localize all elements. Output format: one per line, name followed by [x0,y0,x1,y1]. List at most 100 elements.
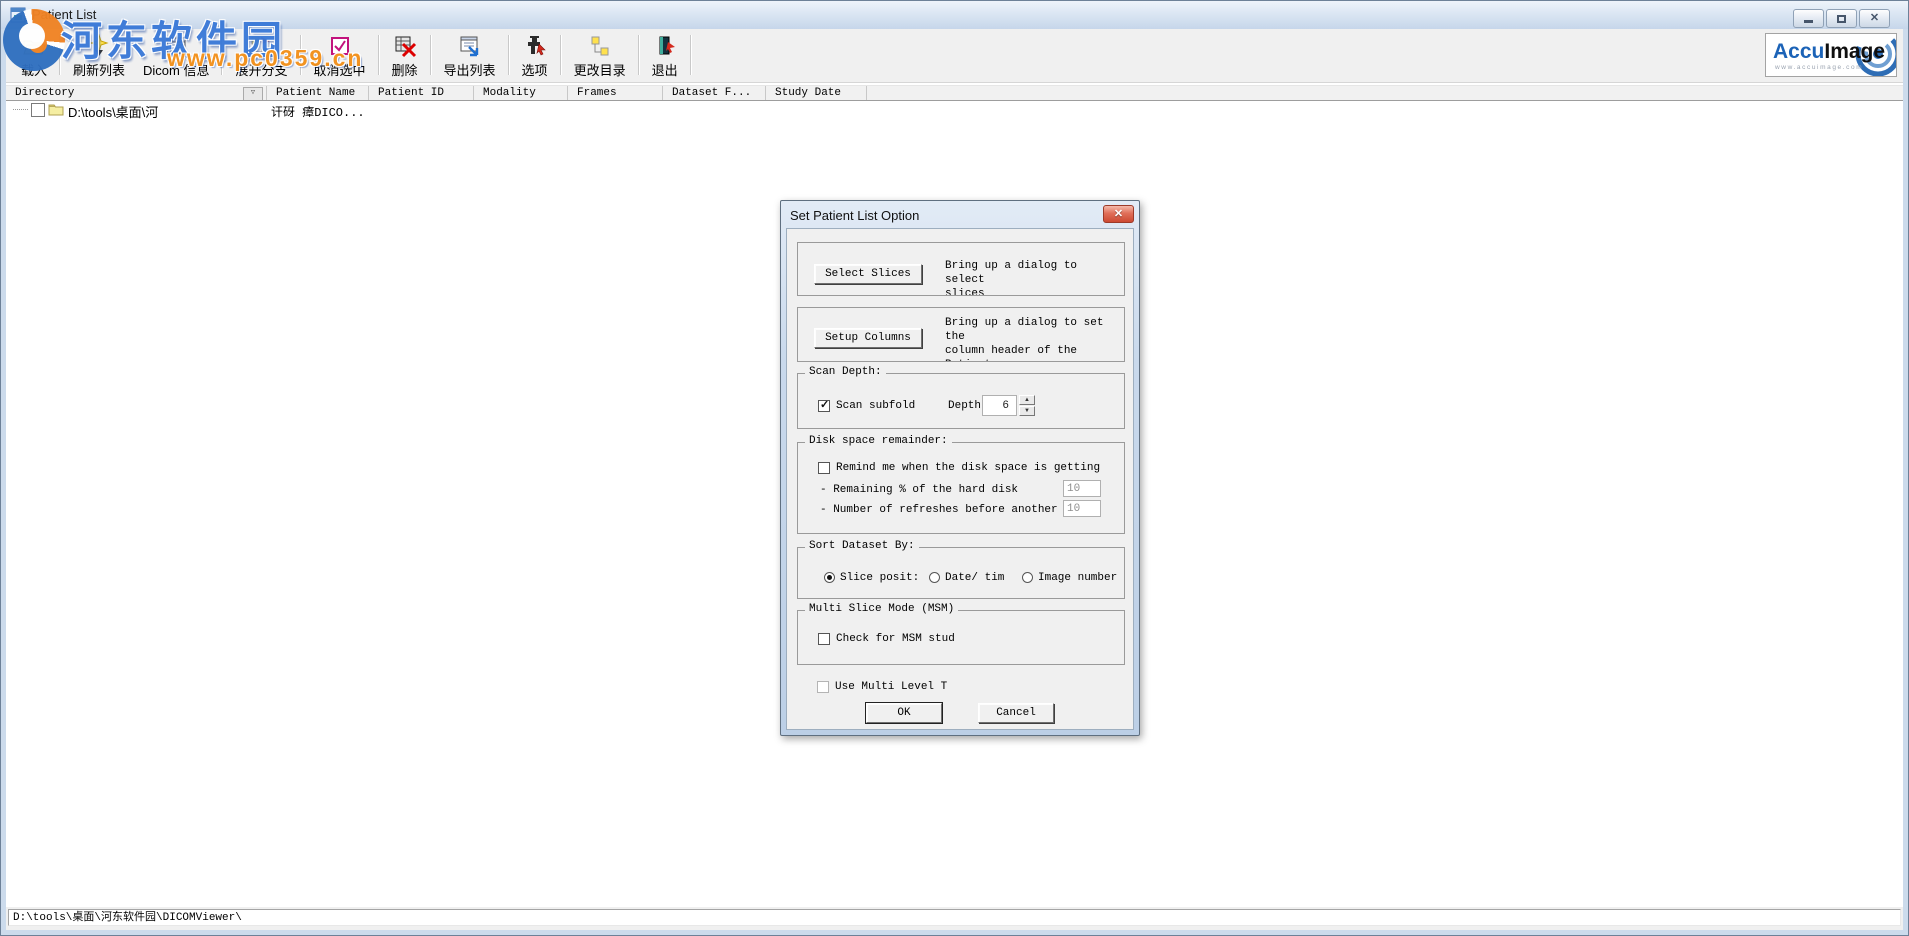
disk-space-group: Disk space remainder: Remind me when the… [797,442,1125,534]
patient-list-window: Patient List ✕ 载入 刷新列表 [0,0,1909,936]
sort-date-time-label: Date/ tim [945,572,1004,584]
close-icon: ✕ [1114,208,1123,220]
patient-table-header: Directory ▽ Patient Name Patient ID Moda… [6,85,1903,101]
ok-button[interactable]: OK [866,703,942,723]
toolbar-separator [690,35,692,75]
toolbar-separator [508,35,510,75]
tree-branch-line [13,109,28,110]
setup-columns-description: Bring up a dialog to set the column head… [945,316,1121,362]
toolbar-button-exit[interactable]: 退出 [643,29,687,82]
disk-space-remind-label: Remind me when the disk space is getting [836,462,1100,474]
status-bar: D:\tools\桌面\河东软件园\DICOMViewer\ [6,907,1903,930]
window-frame-right [1903,29,1908,935]
disk-space-remind-checkbox[interactable] [818,462,830,474]
use-multi-level-checkbox [817,681,829,693]
sort-slice-position-radio[interactable] [824,572,835,583]
toolbar-button-dicom-info[interactable]: Dicom 信息 [134,29,218,82]
sort-image-number-radio[interactable] [1022,572,1033,583]
brand-website: www.accuimage.com [1775,64,1863,71]
close-button[interactable]: ✕ [1859,9,1890,28]
column-header-patient-id[interactable]: Patient ID [369,86,474,100]
accuimage-logo: AccuImage www.accuimage.com [1765,33,1897,77]
status-path: D:\tools\桌面\河东软件园\DICOMViewer\ [8,909,1901,926]
refresh-list-icon [86,34,112,58]
column-header-directory[interactable]: Directory ▽ [6,86,267,100]
minimize-button[interactable] [1793,9,1824,28]
toolbar-separator [638,35,640,75]
spinner-down-button[interactable]: ▼ [1019,406,1035,416]
window-title: Patient List [32,7,96,22]
column-header-modality[interactable]: Modality [474,86,568,100]
sort-slice-position-label: Slice posit: [840,572,919,584]
expand-branch-icon [248,34,274,58]
cancel-button[interactable]: Cancel [978,703,1054,723]
toolbar-button-options[interactable]: 选项 [513,29,557,82]
toolbar-button-expand-branch[interactable]: 展开分支 [226,29,296,82]
toolbar-button-deselect[interactable]: 取消选中 [305,29,375,82]
column-header-patient-name[interactable]: Patient Name [267,86,369,100]
toolbar-separator [221,35,223,75]
toolbar: 载入 刷新列表 Dicom 信息 [6,29,1903,83]
titlebar: Patient List ✕ [1,1,1908,30]
folder-icon [48,103,64,116]
toolbar-separator [59,35,61,75]
dialog-title: Set Patient List Option [790,208,919,223]
refreshes-input [1063,500,1101,517]
select-slices-group: Select Slices Bring up a dialog to selec… [797,242,1125,296]
set-patient-list-option-dialog: Set Patient List Option ✕ Select Slices … [780,200,1140,736]
scan-subfolder-checkbox[interactable] [818,400,830,412]
depth-label: Depth [948,400,981,412]
multi-slice-group-title: Multi Slice Mode (MSM) [805,603,958,615]
check-msm-label: Check for MSM stud [836,633,955,645]
change-directory-icon [587,34,613,58]
toolbar-separator [378,35,380,75]
close-icon: ✕ [1870,13,1879,24]
spinner-up-button[interactable]: ▲ [1019,395,1035,405]
caption-buttons: ✕ [1793,9,1890,28]
toolbar-separator [560,35,562,75]
window-frame-bottom [1,930,1908,935]
depth-input[interactable] [982,395,1017,416]
exit-icon [652,34,678,58]
maximize-button[interactable] [1826,9,1857,28]
use-multi-level-label: Use Multi Level T [835,681,947,693]
row-patient-name: 讦砑 瘴DICO... [271,103,365,120]
scan-depth-group-title: Scan Depth: [805,366,886,378]
sort-indicator-button[interactable]: ▽ [243,87,263,100]
row-checkbox[interactable] [31,103,45,117]
remaining-percent-input [1063,480,1101,497]
maximize-icon [1837,15,1846,23]
check-msm-checkbox[interactable] [818,633,830,645]
sort-dataset-group-title: Sort Dataset By: [805,540,919,552]
dialog-titlebar: Set Patient List Option ✕ [785,205,1135,228]
minimize-icon [1804,20,1813,23]
dialog-close-button[interactable]: ✕ [1103,205,1134,223]
sort-image-number-label: Image number [1038,572,1117,584]
column-header-blank [867,86,1903,100]
refreshes-label: - Number of refreshes before another [820,504,1058,516]
toolbar-button-delete[interactable]: 删除 [383,29,427,82]
sort-date-time-radio[interactable] [929,572,940,583]
select-slices-button[interactable]: Select Slices [814,264,922,284]
load-icon [21,34,47,58]
remaining-percent-label: - Remaining % of the hard disk [820,484,1018,496]
app-icon [10,7,26,23]
toolbar-button-refresh-list[interactable]: 刷新列表 [64,29,134,82]
column-header-study-date[interactable]: Study Date [766,86,867,100]
select-slices-description: Bring up a dialog to select slices from … [945,259,1121,296]
dialog-body: Select Slices Bring up a dialog to selec… [786,228,1134,730]
setup-columns-group: Setup Columns Bring up a dialog to set t… [797,307,1125,362]
setup-columns-button[interactable]: Setup Columns [814,328,922,348]
brand-name: AccuImage [1773,40,1885,64]
toolbar-button-change-directory[interactable]: 更改目录 [565,29,635,82]
row-directory: D:\tools\桌面\河 [68,102,158,121]
scan-depth-group: Scan Depth: Scan subfold Depth ▲ ▼ [797,373,1125,429]
toolbar-button-load[interactable]: 载入 [12,29,56,82]
toolbar-button-export-list[interactable]: 导出列表 [435,29,505,82]
options-icon [522,34,548,58]
column-header-dataset-f[interactable]: Dataset F... [663,86,766,100]
column-header-frames[interactable]: Frames [568,86,663,100]
list-item[interactable]: D:\tools\桌面\河 讦砑 瘴DICO... [6,101,1903,118]
multi-slice-mode-group: Multi Slice Mode (MSM) Check for MSM stu… [797,610,1125,665]
deselect-icon [327,34,353,58]
